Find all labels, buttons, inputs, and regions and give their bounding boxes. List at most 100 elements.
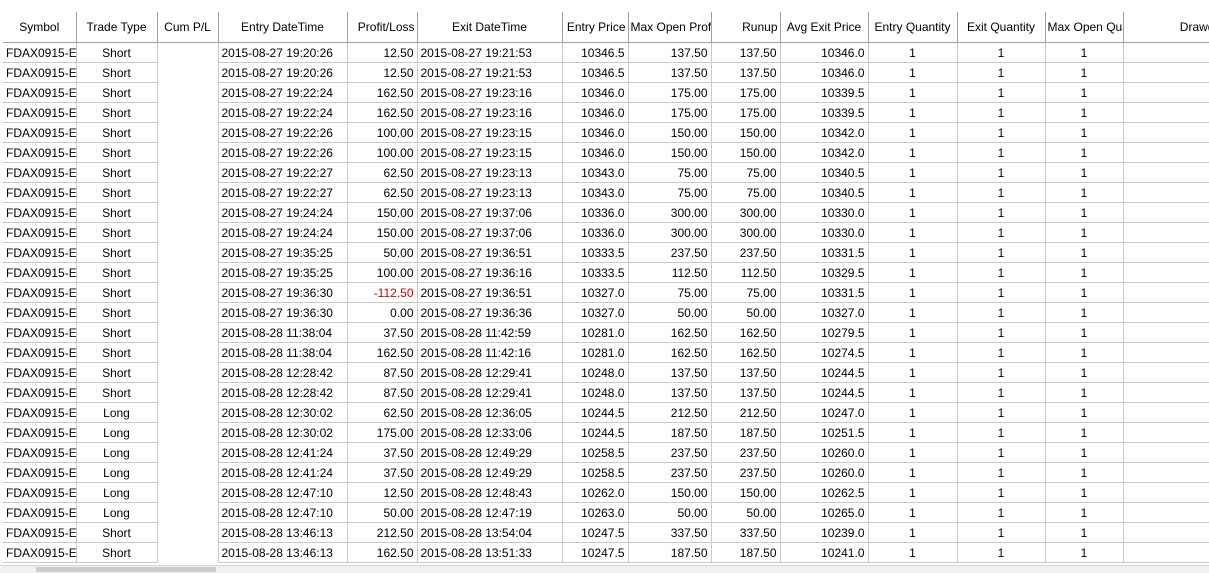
cell-drawdown[interactable]: -1 <box>1123 282 1209 303</box>
cell-entry-datetime[interactable]: 2015-08-28 13:46:13 <box>218 522 348 543</box>
cell-trade-type[interactable]: Short <box>76 342 158 363</box>
cell-trade-type[interactable]: Long <box>76 402 158 423</box>
cell-entry-quantity[interactable]: 1 <box>868 62 958 83</box>
cell-exit-datetime[interactable]: 2015-08-28 11:42:59 <box>417 322 563 343</box>
cell-entry-quantity[interactable]: 1 <box>868 322 958 343</box>
cell-symbol[interactable]: FDAX0915-EUREX <box>3 62 77 83</box>
cell-drawdown[interactable]: - <box>1123 122 1209 143</box>
cell-avg-exit-price[interactable]: 10260.0 <box>780 462 869 483</box>
cell-max-open-profit[interactable]: 75.00 <box>628 182 712 203</box>
cell-profit-loss[interactable]: 100.00 <box>347 142 418 163</box>
cell-max-open-profit[interactable]: 50.00 <box>628 502 712 523</box>
cell-max-open-quantity[interactable]: 1 <box>1045 522 1124 543</box>
cell-entry-datetime[interactable]: 2015-08-27 19:20:26 <box>218 42 348 63</box>
cell-cum-pl[interactable] <box>157 402 219 423</box>
cell-drawdown[interactable]: -3 <box>1123 442 1209 463</box>
cell-max-open-profit[interactable]: 150.00 <box>628 122 712 143</box>
cell-entry-datetime[interactable]: 2015-08-27 19:22:26 <box>218 122 348 143</box>
table-row[interactable]: FDAX0915-EUREXShort2015-08-28 11:38:0416… <box>3 342 1209 363</box>
cell-symbol[interactable]: FDAX0915-EUREX <box>3 382 77 403</box>
cell-entry-price[interactable]: 10346.5 <box>562 62 629 83</box>
cell-entry-datetime[interactable]: 2015-08-27 19:22:26 <box>218 142 348 163</box>
cell-profit-loss[interactable]: 0.00 <box>347 302 418 323</box>
cell-drawdown[interactable]: -3 <box>1123 322 1209 343</box>
cell-max-open-profit[interactable]: 300.00 <box>628 222 712 243</box>
cell-profit-loss[interactable]: 12.50 <box>347 62 418 83</box>
cell-max-open-quantity[interactable]: 1 <box>1045 482 1124 503</box>
cell-exit-datetime[interactable]: 2015-08-28 12:33:06 <box>417 422 563 443</box>
cell-max-open-profit[interactable]: 175.00 <box>628 82 712 103</box>
cell-symbol[interactable]: FDAX0915-EUREX <box>3 442 77 463</box>
cell-avg-exit-price[interactable]: 10330.0 <box>780 222 869 243</box>
cell-exit-datetime[interactable]: 2015-08-28 12:29:41 <box>417 362 563 383</box>
cell-entry-quantity[interactable]: 1 <box>868 42 958 63</box>
cell-max-open-quantity[interactable]: 1 <box>1045 302 1124 323</box>
cell-avg-exit-price[interactable]: 10339.5 <box>780 102 869 123</box>
cell-profit-loss[interactable]: 37.50 <box>347 442 418 463</box>
cell-drawdown[interactable]: -3 <box>1123 342 1209 363</box>
cell-runup[interactable]: 137.50 <box>711 62 781 83</box>
cell-cum-pl[interactable] <box>157 422 219 443</box>
cell-max-open-quantity[interactable]: 1 <box>1045 82 1124 103</box>
cell-cum-pl[interactable] <box>157 522 219 543</box>
cell-exit-quantity[interactable]: 1 <box>957 522 1046 543</box>
cell-entry-price[interactable]: 10258.5 <box>562 462 629 483</box>
cell-runup[interactable]: 150.00 <box>711 122 781 143</box>
cell-entry-price[interactable]: 10327.0 <box>562 302 629 323</box>
cell-exit-quantity[interactable]: 1 <box>957 162 1046 183</box>
cell-symbol[interactable]: FDAX0915-EUREX <box>3 362 77 383</box>
cell-max-open-quantity[interactable]: 1 <box>1045 262 1124 283</box>
cell-avg-exit-price[interactable]: 10251.5 <box>780 422 869 443</box>
cell-profit-loss[interactable]: 12.50 <box>347 482 418 503</box>
cell-entry-datetime[interactable]: 2015-08-28 12:41:24 <box>218 442 348 463</box>
cell-entry-price[interactable]: 10336.0 <box>562 202 629 223</box>
cell-trade-type[interactable]: Long <box>76 442 158 463</box>
cell-runup[interactable]: 175.00 <box>711 82 781 103</box>
column-header-max-open-quantity[interactable]: Max Open Quantity <box>1045 12 1124 43</box>
cell-symbol[interactable]: FDAX0915-EUREX <box>3 222 77 243</box>
cell-profit-loss[interactable]: 162.50 <box>347 102 418 123</box>
cell-runup[interactable]: 137.50 <box>711 362 781 383</box>
cell-cum-pl[interactable] <box>157 382 219 403</box>
cell-profit-loss[interactable]: 87.50 <box>347 362 418 383</box>
column-header-max-open-profit[interactable]: Max Open Profit <box>628 12 712 43</box>
cell-exit-datetime[interactable]: 2015-08-28 12:49:29 <box>417 442 563 463</box>
cell-entry-quantity[interactable]: 1 <box>868 222 958 243</box>
cell-exit-datetime[interactable]: 2015-08-27 19:36:51 <box>417 282 563 303</box>
cell-max-open-profit[interactable]: 237.50 <box>628 242 712 263</box>
cell-max-open-profit[interactable]: 175.00 <box>628 102 712 123</box>
cell-cum-pl[interactable] <box>157 102 219 123</box>
cell-max-open-quantity[interactable]: 1 <box>1045 322 1124 343</box>
cell-avg-exit-price[interactable]: 10262.5 <box>780 482 869 503</box>
cell-cum-pl[interactable] <box>157 322 219 343</box>
cell-entry-datetime[interactable]: 2015-08-27 19:22:24 <box>218 82 348 103</box>
cell-symbol[interactable]: FDAX0915-EUREX <box>3 422 77 443</box>
cell-exit-quantity[interactable]: 1 <box>957 242 1046 263</box>
cell-profit-loss[interactable]: 62.50 <box>347 162 418 183</box>
cell-avg-exit-price[interactable]: 10327.0 <box>780 302 869 323</box>
cell-avg-exit-price[interactable]: 10340.5 <box>780 182 869 203</box>
table-row[interactable]: FDAX0915-EUREXLong 2015-08-28 12:41:2437.… <box>3 462 1209 483</box>
cell-avg-exit-price[interactable]: 10331.5 <box>780 282 869 303</box>
cell-entry-price[interactable]: 10327.0 <box>562 282 629 303</box>
cell-symbol[interactable]: FDAX0915-EUREX <box>3 482 77 503</box>
cell-entry-quantity[interactable]: 1 <box>868 262 958 283</box>
cell-entry-datetime[interactable]: 2015-08-27 19:24:24 <box>218 202 348 223</box>
cell-avg-exit-price[interactable]: 10342.0 <box>780 122 869 143</box>
cell-max-open-profit[interactable]: 187.50 <box>628 422 712 443</box>
column-header-profit-loss[interactable]: Profit/Loss <box>347 12 418 43</box>
cell-entry-quantity[interactable]: 1 <box>868 502 958 523</box>
cell-entry-quantity[interactable]: 1 <box>868 482 958 503</box>
cell-entry-quantity[interactable]: 1 <box>868 202 958 223</box>
cell-profit-loss[interactable]: 175.00 <box>347 422 418 443</box>
cell-max-open-quantity[interactable]: 1 <box>1045 162 1124 183</box>
cell-runup[interactable]: 212.50 <box>711 402 781 423</box>
cell-max-open-quantity[interactable]: 1 <box>1045 402 1124 423</box>
cell-avg-exit-price[interactable]: 10346.0 <box>780 62 869 83</box>
cell-avg-exit-price[interactable]: 10244.5 <box>780 382 869 403</box>
cell-exit-datetime[interactable]: 2015-08-27 19:36:51 <box>417 242 563 263</box>
cell-entry-price[interactable]: 10247.5 <box>562 522 629 543</box>
cell-exit-quantity[interactable]: 1 <box>957 122 1046 143</box>
cell-profit-loss[interactable]: 50.00 <box>347 502 418 523</box>
cell-entry-quantity[interactable]: 1 <box>868 542 958 563</box>
